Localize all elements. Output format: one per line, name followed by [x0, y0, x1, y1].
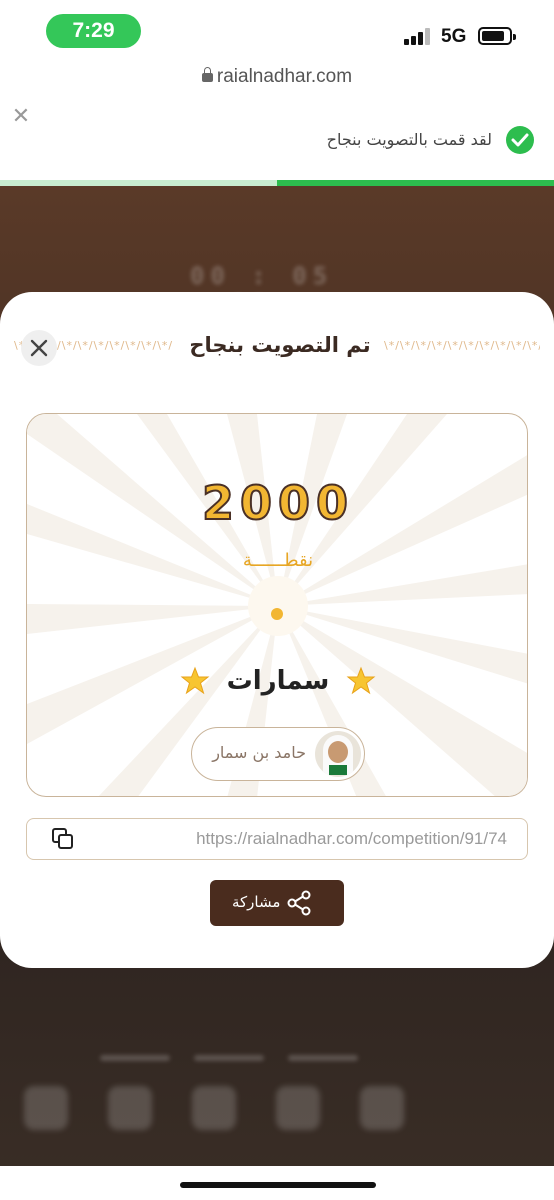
background-footer-links — [100, 1046, 460, 1066]
share-button-label: مشاركة — [232, 893, 281, 911]
result-card: 2000 نقطــــــة سمارات حامد بن سمار — [26, 413, 528, 797]
copy-icon[interactable] — [51, 827, 75, 851]
glowing-star-icon — [347, 666, 376, 695]
url-text: raialnadhar.com — [216, 66, 353, 87]
decoration-right: \*/\*/\*/\*/\*/\*/\*/\*/\*/\*/ — [384, 339, 540, 352]
toast-message: لقد قمت بالتصويت بنجاح — [326, 130, 492, 149]
contestant-name: سمارات — [226, 666, 330, 696]
share-button[interactable]: مشاركة — [210, 880, 344, 926]
home-indicator[interactable] — [180, 1182, 376, 1188]
score-value: 2000 — [201, 475, 355, 531]
share-link-text: https://raialnadhar.com/competition/91/7… — [196, 829, 507, 848]
lock-icon — [201, 67, 213, 82]
modal-header: \*/\*/\*/\*/\*/\*/\*/\*/\*/\*/ \*/\*/\*/… — [0, 330, 554, 370]
modal-close-button[interactable] — [21, 330, 57, 366]
voter-chip: حامد بن سمار — [191, 727, 365, 781]
status-time: 7:29 — [46, 14, 141, 48]
check-icon — [506, 126, 534, 154]
share-icon — [287, 890, 311, 916]
signal-icon — [404, 27, 434, 45]
share-link-field[interactable]: https://raialnadhar.com/competition/91/7… — [26, 818, 528, 860]
vote-success-modal: \*/\*/\*/\*/\*/\*/\*/\*/\*/\*/ \*/\*/\*/… — [0, 292, 554, 968]
network-type: 5G — [441, 26, 467, 47]
background-footer-icons — [24, 1086, 504, 1146]
browser-url-bar[interactable]: raialnadhar.com — [0, 62, 554, 94]
close-icon — [30, 339, 48, 357]
status-bar: 7:29 5G — [0, 0, 554, 62]
points-label: نقطــــــة — [242, 550, 314, 571]
modal-title: تم التصويت بنجاح — [189, 333, 371, 357]
voter-name: حامد بن سمار — [212, 743, 306, 762]
close-icon[interactable]: ✕ — [10, 106, 32, 128]
battery-icon — [478, 27, 516, 45]
contestant-row: سمارات — [27, 666, 527, 696]
success-toast: ✕ لقد قمت بالتصويت بنجاح — [0, 94, 554, 186]
glowing-star-icon — [180, 666, 209, 695]
avatar — [315, 731, 361, 777]
divider-dot — [271, 608, 283, 620]
